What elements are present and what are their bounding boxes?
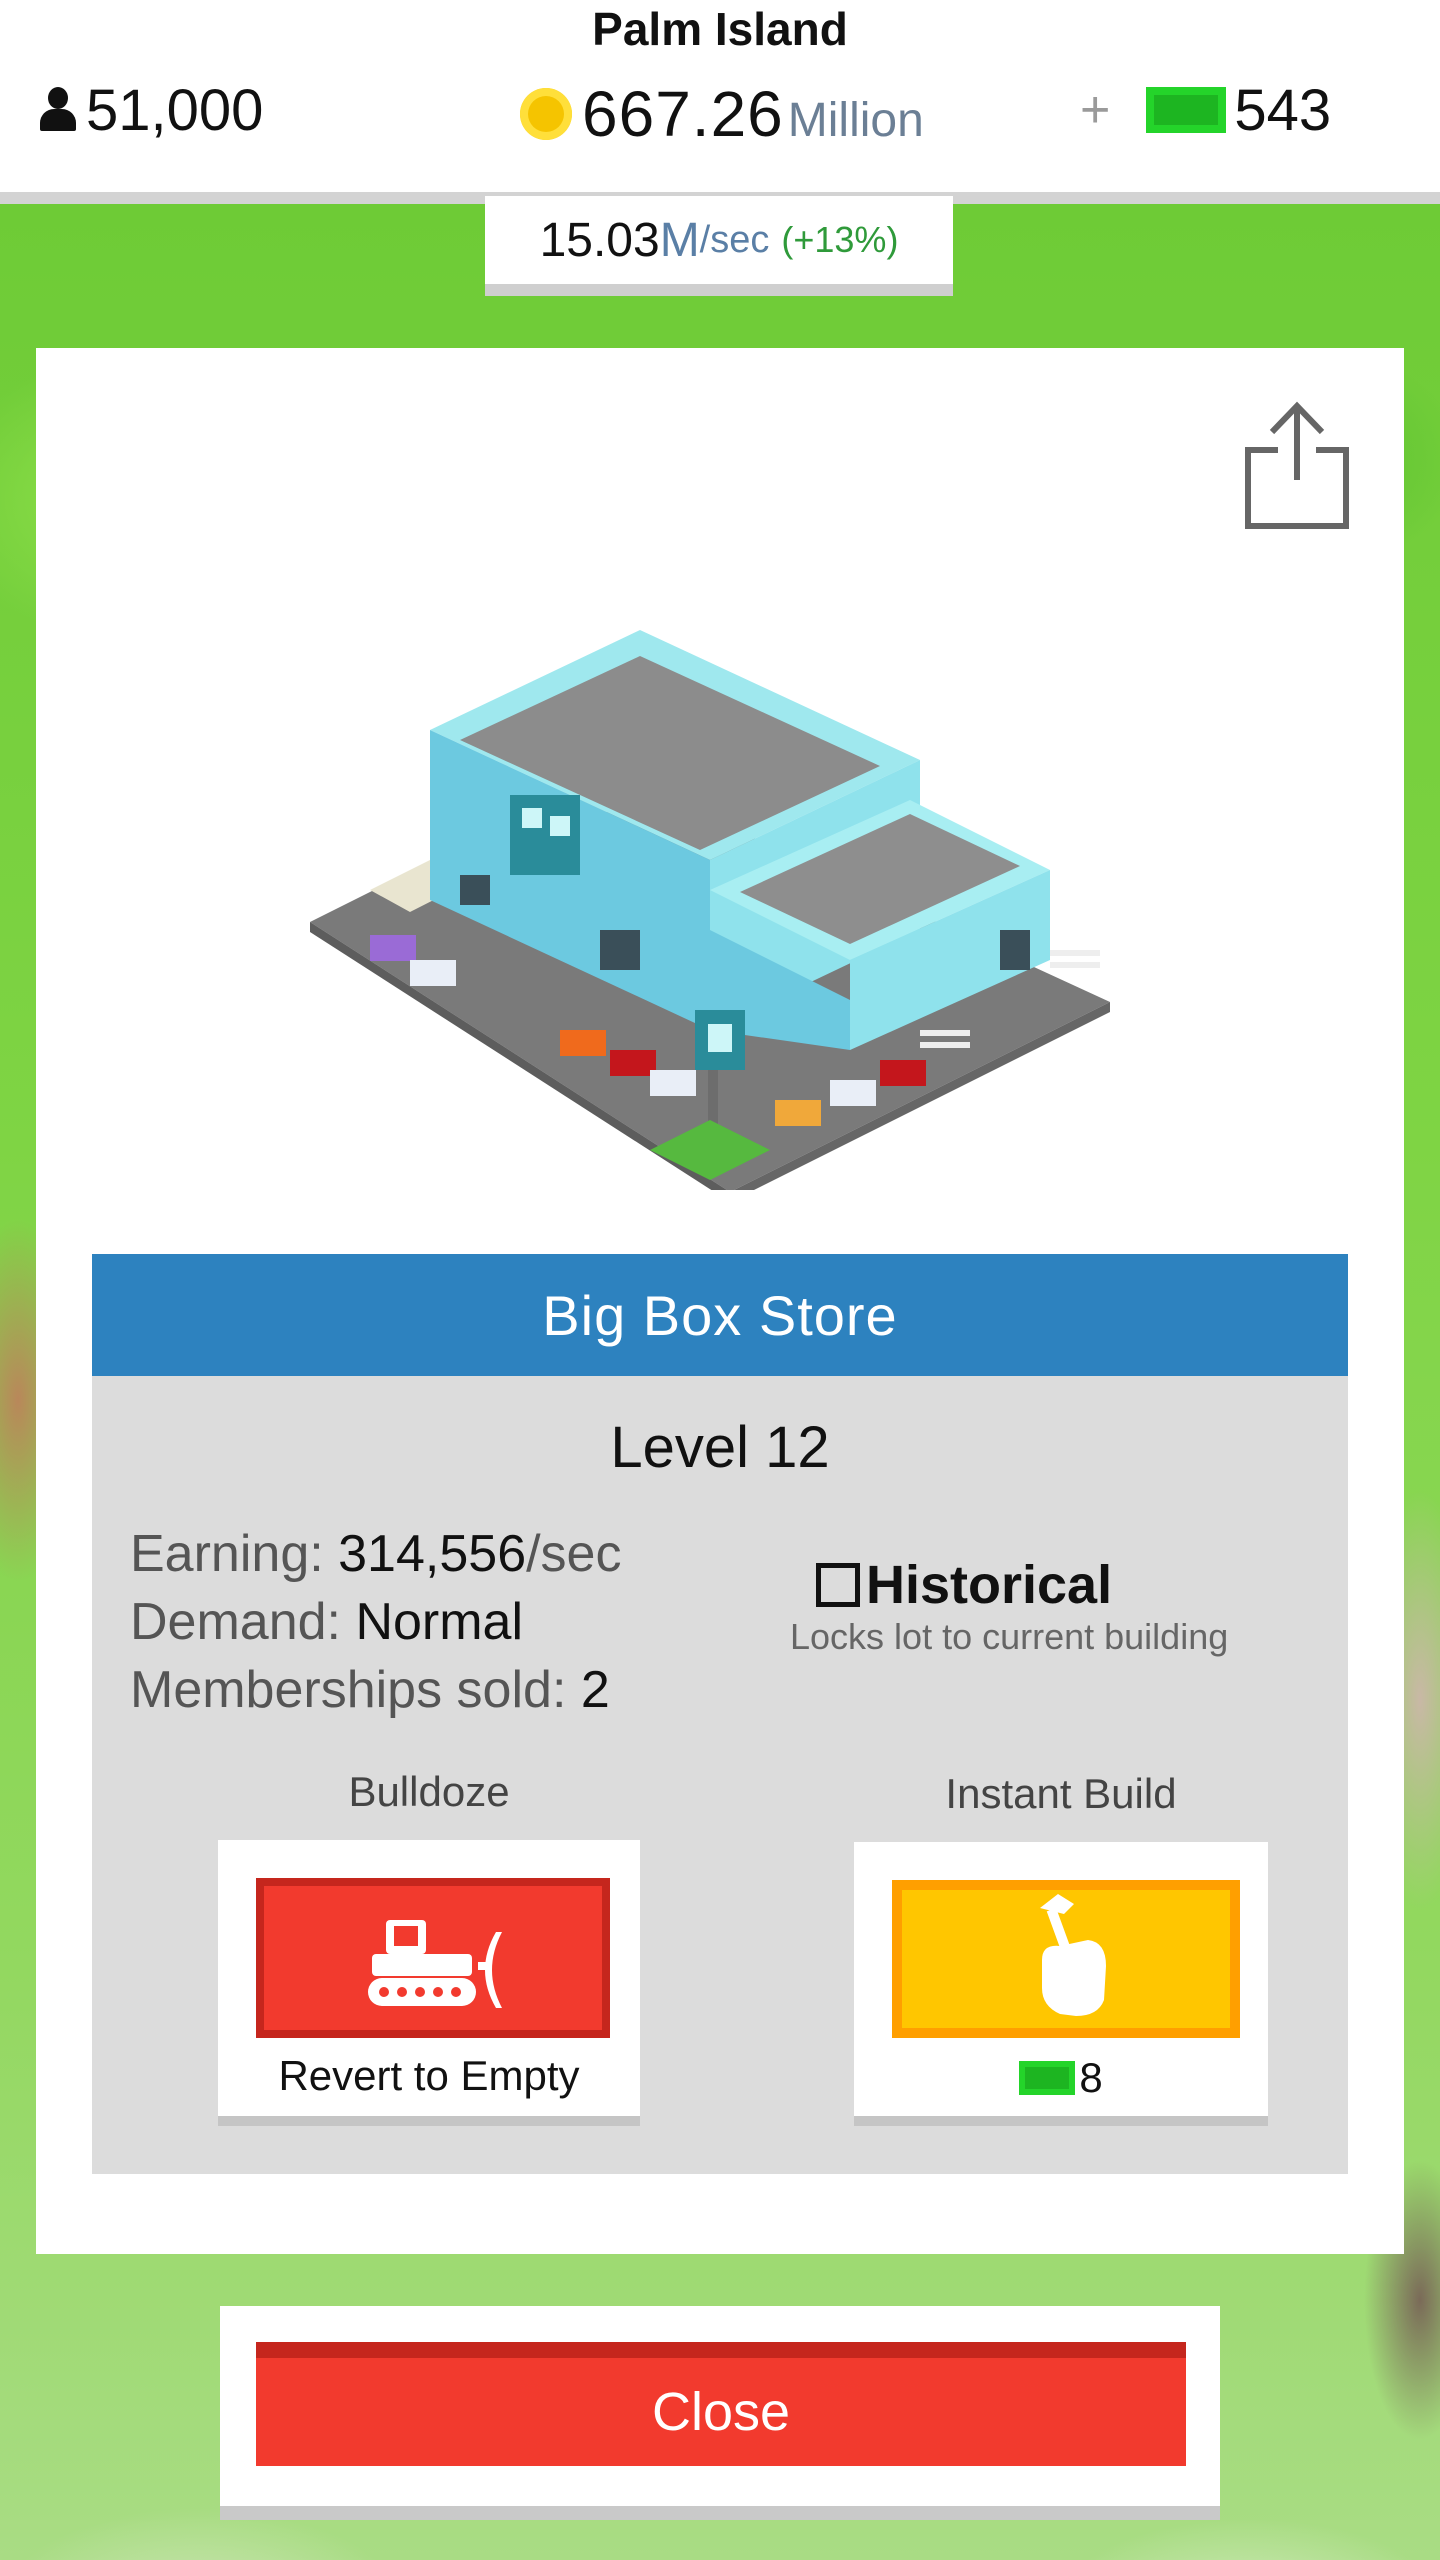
earning-suffix: /sec bbox=[526, 1525, 622, 1583]
gem-value: 543 bbox=[1234, 77, 1332, 143]
gem-counter[interactable]: + 543 bbox=[1080, 72, 1331, 148]
instant-build-card: 8 bbox=[854, 1842, 1268, 2116]
close-label[interactable]: Close bbox=[652, 2381, 790, 2443]
income-rate-bonus: (+13%) bbox=[781, 219, 899, 260]
demand-label: Demand: bbox=[130, 1593, 356, 1651]
building-stats: Earning: 314,556/sec Demand: Normal Memb… bbox=[130, 1520, 621, 1724]
instant-build-cost-value: 8 bbox=[1079, 2054, 1103, 2101]
income-rate-value: 15.03 bbox=[539, 213, 660, 267]
earning-row: Earning: 314,556/sec bbox=[130, 1520, 621, 1588]
historical-checkbox[interactable] bbox=[816, 1563, 860, 1607]
close-button[interactable]: Close bbox=[256, 2342, 1186, 2466]
historical-toggle[interactable]: Historical bbox=[816, 1554, 1112, 1616]
bulldoze-caption: Revert to Empty bbox=[278, 2052, 580, 2099]
top-bar: Palm Island 51,000 667.26 Million + 543 bbox=[0, 0, 1440, 204]
cash-gem-icon bbox=[1146, 87, 1227, 133]
memberships-value: 2 bbox=[580, 1661, 610, 1719]
demand-value: Normal bbox=[355, 1593, 524, 1651]
money-counter: 667.26 Million bbox=[520, 76, 924, 152]
city-name: Palm Island bbox=[592, 3, 848, 55]
building-details: Level 12 Earning: 314,556/sec Demand: No… bbox=[92, 1376, 1348, 2174]
cash-gem-icon bbox=[1019, 2061, 1076, 2095]
bulldoze-label: Bulldoze bbox=[348, 1768, 510, 1815]
close-button-frame: Close bbox=[220, 2306, 1220, 2506]
bulldoze-card: Revert to Empty bbox=[218, 1840, 640, 2116]
building-info-panel: Big Box Store Level 12 Earning: 314,556/… bbox=[36, 348, 1404, 2254]
historical-label[interactable]: Historical bbox=[866, 1554, 1112, 1616]
population-value: 51,000 bbox=[86, 77, 264, 143]
building-level: Level 12 bbox=[610, 1415, 830, 1480]
demand-row: Demand: Normal bbox=[130, 1588, 621, 1656]
instant-build-cost: 8 bbox=[854, 2054, 1268, 2102]
instant-build-label: Instant Build bbox=[945, 1770, 1177, 1817]
bulldozer-icon bbox=[368, 1920, 502, 2008]
person-icon bbox=[38, 87, 78, 133]
plus-icon[interactable]: + bbox=[1080, 80, 1110, 140]
share-icon bbox=[1245, 401, 1349, 529]
income-rate-unit: M bbox=[659, 213, 700, 267]
earning-label: Earning: bbox=[130, 1525, 339, 1583]
memberships-row: Memberships sold: 2 bbox=[130, 1656, 621, 1724]
population-counter: 51,000 bbox=[38, 72, 263, 148]
instant-build-button[interactable] bbox=[892, 1880, 1240, 2038]
income-rate-per: /sec bbox=[699, 218, 770, 261]
big-box-store-illustration bbox=[310, 630, 1110, 1190]
bulldoze-button[interactable] bbox=[256, 1878, 610, 2038]
income-rate-tab: 15.03 M /sec (+13%) bbox=[485, 196, 953, 296]
money-value: 667.26 bbox=[582, 78, 784, 150]
hammer-hand-icon bbox=[1040, 1894, 1106, 2016]
building-name: Big Box Store bbox=[542, 1283, 898, 1347]
share-button[interactable] bbox=[1242, 400, 1352, 540]
historical-description: Locks lot to current building bbox=[790, 1616, 1229, 1657]
memberships-label: Memberships sold: bbox=[130, 1661, 581, 1719]
building-title-bar: Big Box Store bbox=[92, 1254, 1348, 1376]
earning-value: 314,556 bbox=[338, 1525, 527, 1583]
money-unit: Million bbox=[787, 93, 924, 147]
coin-icon bbox=[520, 88, 572, 140]
